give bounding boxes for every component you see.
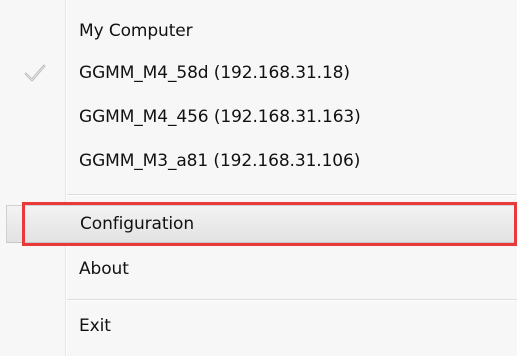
- menu-item-label: About: [79, 259, 129, 279]
- menu-separator: [67, 299, 517, 301]
- menu-item-ggmm-m4-58d[interactable]: GGMM_M4_58d (192.168.31.18): [0, 55, 517, 91]
- menu-item-about[interactable]: About: [0, 251, 517, 287]
- menu-item-label: GGMM_M4_456 (192.168.31.163): [79, 107, 361, 127]
- menu-item-ggmm-m4-456[interactable]: GGMM_M4_456 (192.168.31.163): [0, 99, 517, 135]
- menu-item-label: Exit: [79, 316, 111, 336]
- menu-separator: [67, 194, 517, 196]
- context-menu: My Computer GGMM_M4_58d (192.168.31.18) …: [0, 0, 517, 356]
- menu-item-ggmm-m3-a81[interactable]: GGMM_M3_a81 (192.168.31.106): [0, 143, 517, 179]
- menu-item-configuration[interactable]: Configuration: [6, 205, 517, 243]
- menu-item-label: GGMM_M3_a81 (192.168.31.106): [79, 151, 361, 171]
- menu-item-exit[interactable]: Exit: [0, 308, 517, 344]
- check-icon: [24, 63, 46, 83]
- menu-item-label: Configuration: [80, 214, 194, 234]
- menu-item-label: GGMM_M4_58d (192.168.31.18): [79, 63, 350, 83]
- menu-item-label: My Computer: [79, 21, 193, 41]
- menu-item-my-computer[interactable]: My Computer: [0, 13, 517, 49]
